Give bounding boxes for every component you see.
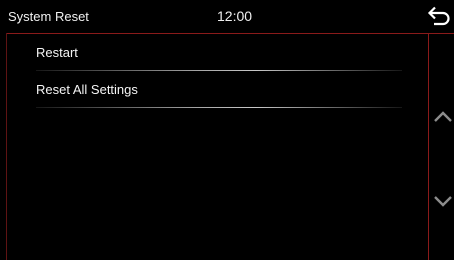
menu-item-divider xyxy=(36,107,402,108)
back-arrow-icon xyxy=(427,6,450,26)
scroll-down-button[interactable] xyxy=(432,192,454,210)
menu-list: Restart Reset All Settings xyxy=(36,34,402,108)
back-button[interactable] xyxy=(426,4,452,28)
left-border xyxy=(6,33,7,260)
header-bar: System Reset 12:00 xyxy=(0,0,454,34)
menu-item-restart[interactable]: Restart xyxy=(36,34,402,71)
menu-item-label: Reset All Settings xyxy=(36,82,138,97)
chevron-up-icon xyxy=(434,111,452,122)
chevron-down-icon xyxy=(434,196,452,207)
clock: 12:00 xyxy=(217,8,253,24)
scroll-panel-divider xyxy=(428,33,429,260)
system-reset-screen: System Reset 12:00 Restart Reset All Set… xyxy=(0,0,454,260)
scroll-up-button[interactable] xyxy=(432,108,454,126)
menu-item-label: Restart xyxy=(36,45,78,60)
page-title: System Reset xyxy=(8,9,89,24)
menu-item-reset-all-settings[interactable]: Reset All Settings xyxy=(36,71,402,108)
